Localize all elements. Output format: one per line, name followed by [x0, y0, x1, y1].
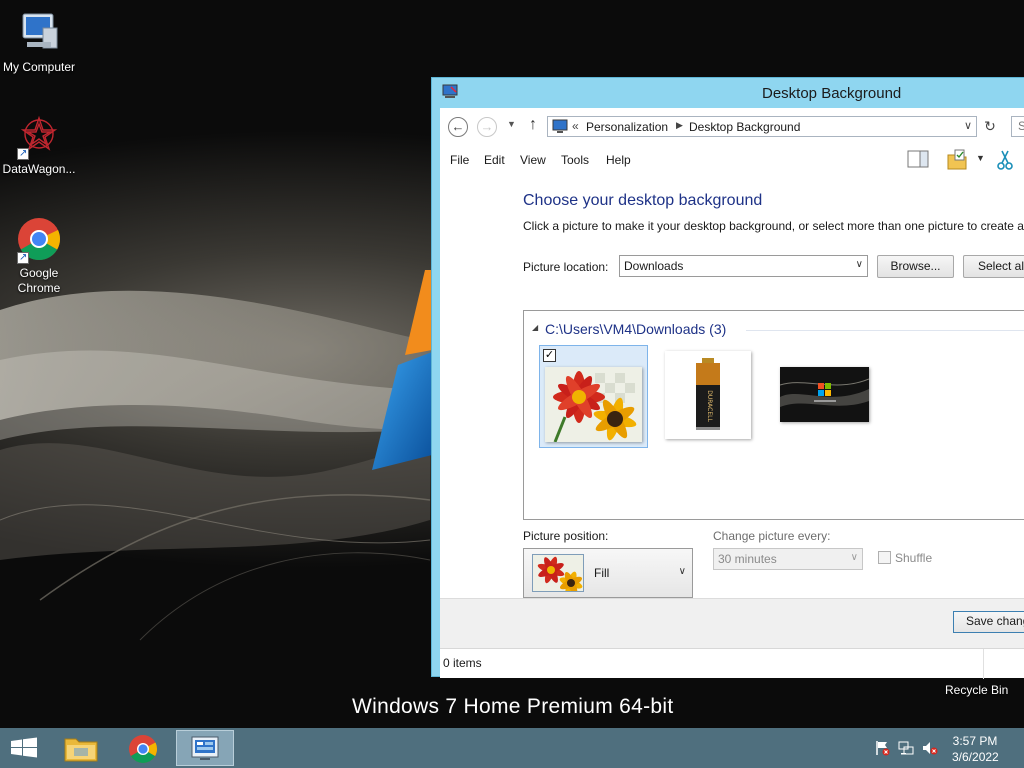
picture-location-select[interactable]: Downloads ∨: [619, 255, 868, 277]
os-watermark: Windows 7 Home Premium 64-bit: [352, 695, 674, 718]
change-picture-interval-value: 30 minutes: [718, 552, 777, 566]
change-picture-interval-select[interactable]: 30 minutes ∨: [713, 548, 863, 570]
windows-logo-icon: [11, 737, 37, 758]
desktop-background-window: Desktop Background ← → ▼ ↑ « Personaliza…: [431, 77, 1024, 679]
picture-gallery: ◢ C:\Users\VM4\Downloads (3) ✓ DURACELL: [523, 310, 1024, 520]
picture-position-select[interactable]: Fill ∨: [523, 548, 693, 598]
folder-properties-icon[interactable]: [946, 149, 968, 171]
taskbar-personalization[interactable]: [176, 730, 234, 766]
status-item-count: 0 items: [443, 656, 482, 670]
window-title: Desktop Background: [762, 85, 902, 102]
breadcrumb-arrow-icon[interactable]: ▶: [676, 120, 683, 131]
back-button[interactable]: ←: [448, 117, 468, 137]
breadcrumb-overflow[interactable]: «: [572, 119, 579, 133]
search-input[interactable]: S: [1011, 116, 1024, 137]
taskbar-chrome[interactable]: [114, 730, 172, 766]
folder-icon: [64, 738, 98, 762]
thumbnail-checkbox[interactable]: ✓: [543, 349, 556, 362]
network-icon[interactable]: [898, 740, 914, 756]
picture-location-label: Picture location:: [523, 260, 609, 274]
thumbnail-windows-logo-dark[interactable]: [779, 367, 870, 422]
system-clock[interactable]: 3:57 PM 3/6/2022: [952, 733, 999, 765]
thumbnail-flowers[interactable]: ✓: [539, 345, 648, 448]
menu-tools[interactable]: Tools: [561, 153, 589, 167]
save-changes-button[interactable]: Save changes: [953, 611, 1024, 633]
select-all-button[interactable]: Select all: [963, 255, 1024, 278]
chevron-down-icon: ∨: [855, 259, 863, 270]
breadcrumb-desktop-background[interactable]: Desktop Background: [689, 120, 800, 134]
personalization-icon: [442, 84, 458, 98]
organize-dropdown-icon[interactable]: ▼: [976, 153, 985, 163]
control-panel-icon: [552, 119, 568, 133]
menu-view[interactable]: View: [520, 153, 546, 167]
path-field[interactable]: « Personalization ▶ Desktop Background ∨: [547, 116, 977, 137]
forward-button[interactable]: →: [477, 117, 497, 137]
chevron-down-icon: ∨: [678, 566, 686, 577]
desktop-icon-datawagon[interactable]: DataWagon...: [0, 112, 78, 177]
menu-bar: File Edit View Tools Help ▼: [440, 144, 1024, 174]
status-bar: 0 items: [440, 648, 1024, 679]
shortcut-arrow-icon: [17, 250, 29, 265]
chrome-icon: [129, 735, 158, 763]
shuffle-checkbox[interactable]: Shuffle: [878, 551, 932, 565]
picture-location-value: Downloads: [624, 259, 684, 273]
main-content: Choose your desktop background Click a p…: [440, 174, 1024, 598]
desktop-icon-label: DataWagon...: [2, 162, 76, 176]
group-header[interactable]: C:\Users\VM4\Downloads (3): [545, 321, 726, 337]
up-button[interactable]: ↑: [529, 116, 537, 134]
svg-text:DURACELL: DURACELL: [706, 390, 713, 422]
computer-icon: [15, 10, 63, 58]
chevron-down-icon: ∨: [850, 552, 858, 563]
group-divider: [746, 330, 1024, 331]
position-preview-image: [532, 554, 584, 592]
shuffle-label: Shuffle: [895, 551, 933, 565]
taskbar: 3:57 PM 3/6/2022: [0, 728, 1024, 768]
datawagon-icon: [15, 112, 63, 161]
picture-position-value: Fill: [594, 566, 610, 580]
picture-position-label: Picture position:: [523, 529, 609, 543]
checkbox-box[interactable]: [878, 551, 891, 564]
action-center-flag-icon[interactable]: [874, 740, 890, 756]
address-bar: ← → ▼ ↑ « Personalization ▶ Desktop Back…: [440, 108, 1024, 144]
taskbar-file-explorer[interactable]: [52, 730, 110, 766]
desktop-icon-google-chrome[interactable]: Google Chrome: [0, 216, 78, 296]
clock-time: 3:57 PM: [952, 734, 998, 748]
clock-date: 3/6/2022: [952, 750, 999, 764]
preview-pane-icon[interactable]: [907, 149, 929, 169]
recent-locations-dropdown[interactable]: ▼: [507, 119, 516, 129]
change-picture-label: Change picture every:: [713, 529, 831, 543]
chrome-icon: [15, 216, 63, 265]
shortcut-arrow-icon: [17, 146, 29, 161]
thumbnail-duracell-battery[interactable]: DURACELL: [665, 351, 751, 439]
breadcrumb-personalization[interactable]: Personalization: [586, 120, 668, 134]
menu-file[interactable]: File: [450, 153, 469, 167]
refresh-button[interactable]: ↻: [981, 118, 999, 136]
dialog-footer: [440, 598, 1024, 648]
flowers-image: [545, 367, 642, 443]
menu-edit[interactable]: Edit: [484, 153, 505, 167]
desktop-icon-label: My Computer: [2, 60, 76, 74]
recycle-bin-label[interactable]: Recycle Bin: [945, 683, 1008, 697]
collapse-group-icon[interactable]: ◢: [532, 323, 538, 332]
status-divider: [983, 649, 984, 679]
personalization-icon: [191, 736, 219, 760]
page-description: Click a picture to make it your desktop …: [523, 219, 1024, 233]
desktop-icon-label: Google Chrome: [17, 266, 61, 295]
window-titlebar[interactable]: Desktop Background: [432, 78, 1024, 108]
cut-scissors-icon[interactable]: [996, 149, 1014, 171]
start-button[interactable]: [0, 730, 50, 766]
page-title: Choose your desktop background: [523, 192, 763, 209]
window-body: ← → ▼ ↑ « Personalization ▶ Desktop Back…: [440, 108, 1024, 679]
volume-muted-icon[interactable]: [922, 740, 938, 756]
browse-button[interactable]: Browse...: [877, 255, 954, 278]
chevron-down-icon[interactable]: ∨: [964, 119, 972, 132]
desktop-icon-my-computer[interactable]: My Computer: [0, 10, 78, 75]
menu-help[interactable]: Help: [606, 153, 631, 167]
